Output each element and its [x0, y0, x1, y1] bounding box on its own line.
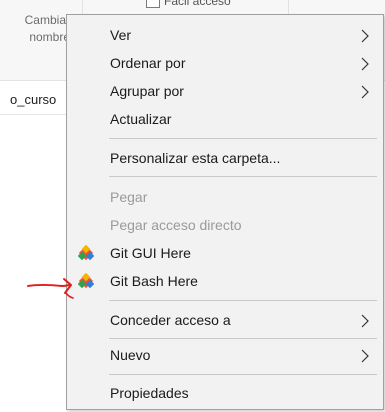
rename-label: Cambiar nombre	[24, 13, 70, 44]
chevron-right-icon	[361, 314, 369, 328]
menu-item-label: Pegar	[110, 189, 148, 205]
menu-item-git-gui-here[interactable]: Git GUI Here	[67, 240, 383, 266]
red-arrow-icon	[27, 278, 74, 299]
menu-item-personalizar-carpeta[interactable]: Personalizar esta carpeta...	[67, 145, 383, 171]
chevron-right-icon	[361, 57, 369, 71]
menu-separator	[109, 176, 377, 177]
menu-item-ordenar-por[interactable]: Ordenar por	[67, 50, 383, 76]
menu-item-label: Git Bash Here	[110, 273, 198, 289]
menu-item-nuevo[interactable]: Nuevo	[67, 342, 383, 368]
chevron-right-icon	[361, 29, 369, 43]
menu-item-pegar: Pegar	[67, 184, 383, 210]
menu-item-label: Ver	[110, 27, 132, 43]
menu-item-label: Git GUI Here	[110, 245, 191, 261]
menu-item-git-bash-here[interactable]: Git Bash Here	[67, 268, 383, 294]
chevron-right-icon	[361, 85, 369, 99]
menu-separator	[109, 338, 377, 339]
menu-item-ver[interactable]: Ver	[67, 22, 383, 48]
menu-item-label: Nuevo	[110, 347, 151, 363]
menu-item-label: Agrupar por	[110, 83, 184, 99]
rename-button[interactable]: Cambiar nombre	[0, 12, 70, 46]
context-menu: Ver Ordenar por Agrupar por Actualizar P…	[66, 14, 384, 410]
menu-item-agrupar-por[interactable]: Agrupar por	[67, 78, 383, 104]
menu-item-label: Personalizar esta carpeta...	[110, 150, 281, 166]
folder-name: o_curso	[10, 92, 57, 107]
menu-item-label: Ordenar por	[110, 55, 186, 71]
file-list-row[interactable]: o_curso	[0, 80, 70, 115]
menu-item-actualizar[interactable]: Actualizar	[67, 106, 383, 132]
git-icon	[78, 245, 94, 261]
menu-separator	[109, 300, 377, 301]
quick-access-checkbox[interactable]	[146, 0, 160, 8]
menu-item-label: Conceder acceso a	[110, 312, 231, 328]
quick-access-label: Fácil acceso	[164, 0, 231, 8]
menu-separator	[109, 374, 377, 375]
menu-item-label: Actualizar	[110, 111, 172, 127]
chevron-right-icon	[361, 349, 369, 363]
git-icon	[78, 273, 94, 289]
menu-item-propiedades[interactable]: Propiedades	[67, 380, 383, 406]
menu-item-conceder-acceso[interactable]: Conceder acceso a	[67, 307, 383, 333]
menu-item-label: Pegar acceso directo	[110, 217, 242, 233]
menu-item-label: Propiedades	[110, 385, 189, 401]
menu-separator	[109, 138, 377, 139]
menu-item-pegar-acceso-directo: Pegar acceso directo	[67, 212, 383, 238]
